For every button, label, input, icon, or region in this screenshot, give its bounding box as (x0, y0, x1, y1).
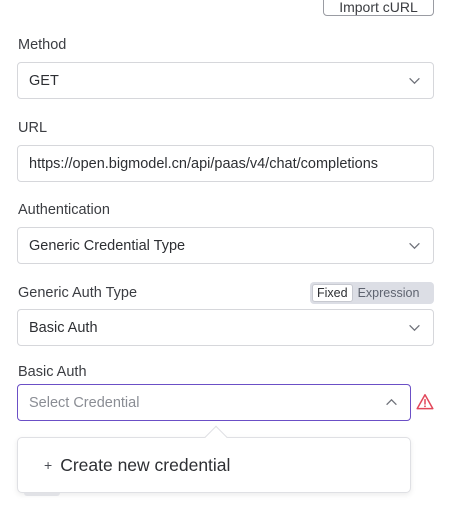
authentication-select[interactable]: Generic Credential Type (17, 227, 434, 264)
url-label: URL (18, 120, 48, 136)
method-select[interactable]: GET (17, 62, 434, 99)
toggle-fixed-option[interactable]: Fixed (312, 284, 353, 302)
credential-select[interactable]: Select Credential (17, 384, 411, 421)
generic-auth-type-select[interactable]: Basic Auth (17, 309, 434, 346)
method-value: GET (29, 72, 59, 89)
basic-auth-label: Basic Auth (18, 364, 87, 380)
plus-icon: + (44, 457, 53, 473)
url-input[interactable]: https://open.bigmodel.cn/api/paas/v4/cha… (17, 145, 434, 182)
chevron-down-icon (395, 63, 433, 98)
chevron-down-icon (395, 310, 433, 345)
toggle-expression-option[interactable]: Expression (353, 284, 425, 302)
fixed-expression-toggle: Fixed Expression (310, 282, 434, 304)
warning-triangle-icon (416, 394, 434, 410)
chevron-down-icon (395, 228, 433, 263)
chevron-up-icon (372, 385, 410, 420)
url-value: https://open.bigmodel.cn/api/paas/v4/cha… (29, 155, 379, 172)
authentication-value: Generic Credential Type (29, 237, 186, 254)
generic-auth-type-label: Generic Auth Type (18, 285, 138, 301)
credential-placeholder: Select Credential (29, 394, 140, 411)
import-curl-button[interactable]: Import cURL (323, 0, 434, 16)
generic-auth-type-value: Basic Auth (29, 319, 98, 336)
method-label: Method (18, 37, 67, 53)
create-new-credential-option[interactable]: Create new credential (60, 455, 230, 476)
authentication-label: Authentication (18, 202, 110, 218)
hidden-element-edge (24, 493, 60, 496)
